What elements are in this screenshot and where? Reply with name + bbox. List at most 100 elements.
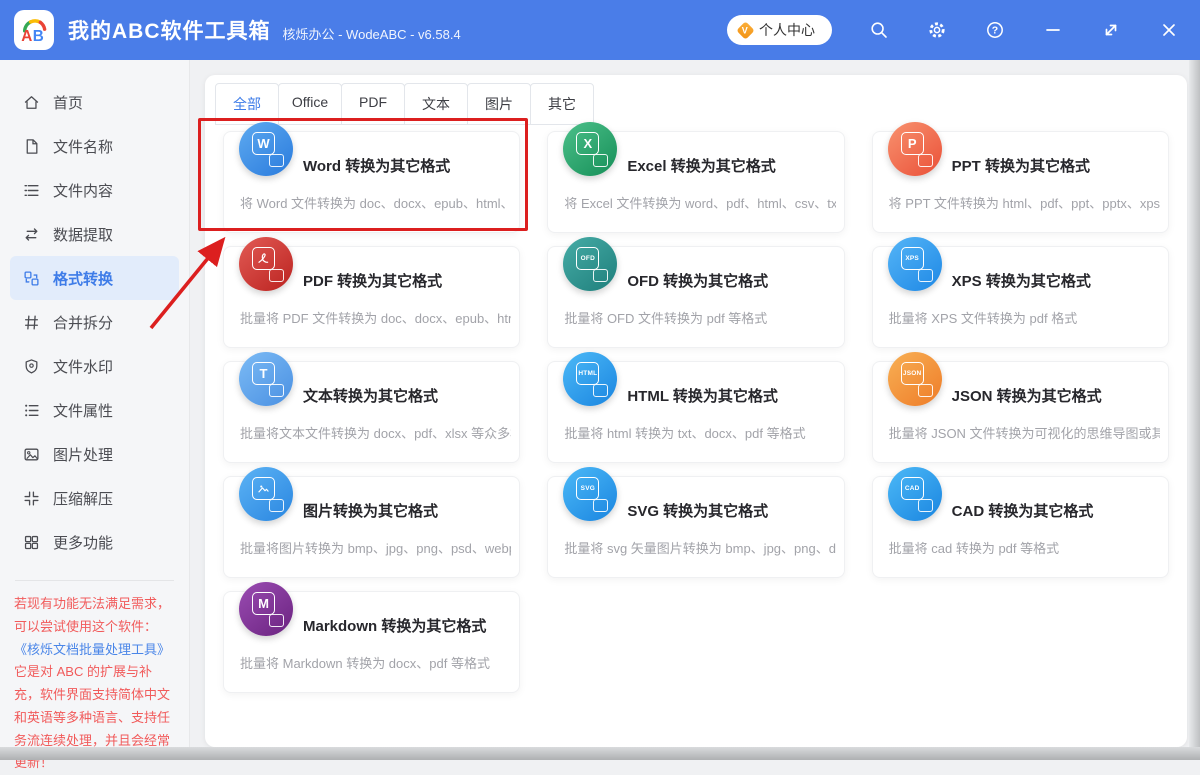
user-center-button[interactable]: V 个人中心 [727,15,832,45]
tab-text[interactable]: 文本 [404,83,468,125]
sidebar-item-compress[interactable]: 压缩解压 [10,476,179,520]
sidebar-item-label: 文件属性 [53,402,114,420]
image-convert-icon [239,467,293,521]
sidebar-item-more-features[interactable]: 更多功能 [10,520,179,564]
titlebar-controls: V 个人中心 ? [727,15,1180,45]
file-props-icon [25,404,39,416]
card-title: Excel 转换为其它格式 [627,158,776,175]
card-title: JSON 转换为其它格式 [951,388,1102,405]
sidebar-item-watermark[interactable]: 文件水印 [10,344,179,388]
card-xps-convert[interactable]: XPS XPS 转换为其它格式 批量将 XPS 文件转换为 pdf 格式 [871,237,1169,348]
tab-image[interactable]: 图片 [467,83,531,125]
html-convert-icon: HTML [563,352,618,406]
card-desc: 将 Excel 文件转换为 word、pdf、html、csv、txt、s [564,196,836,211]
card-title: OFD 转换为其它格式 [627,273,769,290]
promo-link[interactable]: 《核烁文档批量处理工具》 [14,639,175,662]
card-desc: 批量将文本文件转换为 docx、pdf、xlsx 等众多格式 [240,426,512,441]
card-ppt-convert[interactable]: P PPT 转换为其它格式 将 PPT 文件转换为 html、pdf、ppt、p… [871,122,1169,233]
ppt-convert-icon: P [887,122,942,176]
tab-pdf[interactable]: PDF [341,83,405,125]
maximize-icon[interactable] [1100,19,1122,41]
compress-icon [24,490,39,506]
card-title: HTML 转换为其它格式 [627,388,778,405]
app-title: 我的ABC软件工具箱 [68,20,271,43]
app-logo: A B [14,10,54,50]
window-bottom-edge [0,747,1200,760]
sidebar-item-image-process[interactable]: 图片处理 [10,432,179,476]
home-icon [24,95,39,109]
tool-card-grid: W Word 转换为其它格式 将 Word 文件转换为 doc、docx、epu… [223,122,1169,693]
tab-other[interactable]: 其它 [530,83,594,125]
user-center-label: 个人中心 [759,22,815,38]
sidebar-item-label: 文件名称 [53,138,114,156]
card-markdown-convert[interactable]: M Markdown 转换为其它格式 批量将 Markdown 转换为 docx… [223,582,521,693]
image-process-icon [24,448,39,460]
card-desc: 批量将 OFD 文件转换为 pdf 等格式 [564,311,768,326]
svg-text:?: ? [992,25,998,37]
sidebar-item-label: 压缩解压 [53,490,114,508]
sidebar-item-file-props[interactable]: 文件属性 [10,388,179,432]
tab-office[interactable]: Office [278,83,342,125]
sidebar-item-label: 更多功能 [53,534,114,552]
card-desc: 批量将 html 转换为 txt、docx、pdf 等格式 [564,426,806,441]
more-features-icon [24,535,39,549]
card-cad-convert[interactable]: CAD CAD 转换为其它格式 批量将 cad 转换为 pdf 等格式 [871,467,1169,578]
card-ofd-convert[interactable]: OFD OFD 转换为其它格式 批量将 OFD 文件转换为 pdf 等格式 [547,237,845,348]
card-image-convert[interactable]: 图片转换为其它格式 批量将图片转换为 bmp、jpg、png、psd、webp、 [223,467,521,578]
sidebar-item-merge-split[interactable]: 合并拆分 [10,300,179,344]
card-title: 图片转换为其它格式 [303,503,439,520]
sidebar-item-label: 文件水印 [53,358,114,376]
pdf-convert-icon [239,237,293,291]
sidebar-item-file-name[interactable]: 文件名称 [10,124,179,168]
card-excel-convert[interactable]: X Excel 转换为其它格式 将 Excel 文件转换为 word、pdf、h… [547,122,845,233]
card-desc: 批量将 JSON 文件转换为可视化的思维导图或其它格 [888,426,1160,441]
help-icon[interactable]: ? [984,19,1006,41]
sidebar-item-label: 格式转换 [53,270,114,288]
minimize-icon[interactable] [1042,19,1064,41]
pdf-logo-icon [252,247,275,270]
card-pdf-convert[interactable]: PDF 转换为其它格式 批量将 PDF 文件转换为 doc、docx、epub、… [223,237,521,348]
abc-logo-icon: A B [21,19,47,45]
sidebar: 首页 文件名称 文件内容 数据提取 格式转换 合并拆分 文件水印 文件属性 图片… [0,60,190,770]
tab-all[interactable]: 全部 [215,83,279,125]
sidebar-item-home[interactable]: 首页 [10,80,179,124]
card-desc: 批量将 svg 矢量图片转换为 bmp、jpg、png、docx [564,541,836,556]
card-title: PPT 转换为其它格式 [951,158,1090,175]
card-title: XPS 转换为其它格式 [951,273,1091,290]
merge-split-icon [24,314,39,330]
sidebar-item-format-convert[interactable]: 格式转换 [10,256,179,300]
close-icon[interactable] [1158,19,1180,41]
format-convert-icon [24,270,39,286]
watermark-icon [25,358,38,374]
sidebar-item-label: 文件内容 [53,182,114,200]
search-icon[interactable] [868,19,890,41]
ofd-convert-icon: OFD [563,237,618,291]
settings-gear-icon[interactable] [926,19,948,41]
sidebar-item-data-extract[interactable]: 数据提取 [10,212,179,256]
card-html-convert[interactable]: HTML HTML 转换为其它格式 批量将 html 转换为 txt、docx、… [547,352,845,463]
card-title: 文本转换为其它格式 [303,388,439,405]
sidebar-item-file-content[interactable]: 文件内容 [10,168,179,212]
card-desc: 将 Word 文件转换为 doc、docx、epub、html、pd [240,196,512,211]
promo-line1: 若现有功能无法满足需求，可以尝试使用这个软件： [14,596,171,634]
card-desc: 批量将 Markdown 转换为 docx、pdf 等格式 [240,656,490,671]
card-word-convert[interactable]: W Word 转换为其它格式 将 Word 文件转换为 doc、docx、epu… [223,122,521,233]
picture-icon [252,477,275,500]
sidebar-item-label: 合并拆分 [53,314,114,332]
vip-badge-icon: V [736,20,755,40]
svg-text:B: B [33,28,44,45]
sidebar-item-label: 图片处理 [53,446,114,464]
data-extract-icon [25,227,38,241]
card-desc: 批量将图片转换为 bmp、jpg、png、psd、webp、 [240,541,512,556]
app-subtitle: 核烁办公 - WodeABC - v6.58.4 [282,26,461,42]
sidebar-item-label: 数据提取 [53,226,114,244]
titlebar: A B 我的ABC软件工具箱 核烁办公 - WodeABC - v6.58.4 … [0,0,1200,60]
card-text-convert[interactable]: T 文本转换为其它格式 批量将文本文件转换为 docx、pdf、xlsx 等众多… [223,352,521,463]
card-svg-convert[interactable]: SVG SVG 转换为其它格式 批量将 svg 矢量图片转换为 bmp、jpg、… [547,467,845,578]
card-desc: 将 PPT 文件转换为 html、pdf、ppt、pptx、xps 等 [888,196,1160,211]
text-convert-icon: T [239,352,293,406]
file-content-icon [24,184,39,196]
sidebar-item-label: 首页 [53,94,84,112]
category-tabs: 全部 Office PDF 文本 图片 其它 [205,75,1187,125]
card-json-convert[interactable]: JSON JSON 转换为其它格式 批量将 JSON 文件转换为可视化的思维导图… [871,352,1169,463]
